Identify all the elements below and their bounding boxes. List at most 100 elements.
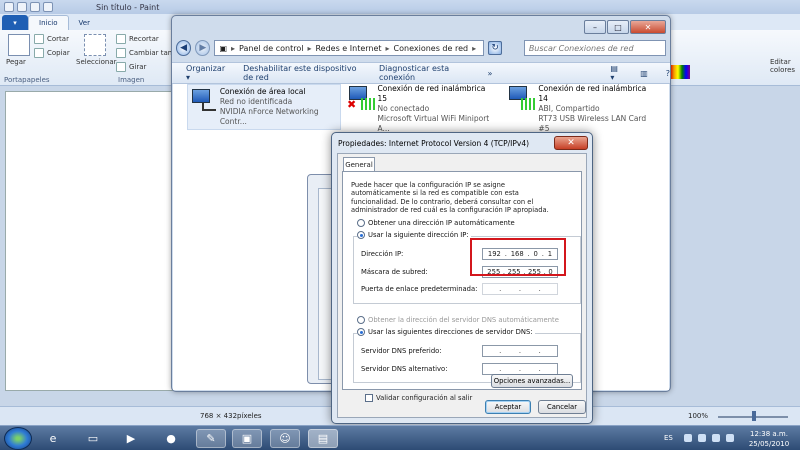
tab-ver[interactable]: Ver (69, 15, 100, 30)
radio-icon (357, 219, 365, 227)
description-text: Puede hacer que la configuración IP se a… (351, 181, 549, 215)
search-input[interactable]: Buscar Conexiones de red (523, 40, 666, 56)
flag-icon[interactable] (726, 434, 734, 442)
minimize-button[interactable]: – (584, 20, 606, 34)
ipv4-properties-dialog: Propiedades: Internet Protocol Version 4… (331, 132, 593, 424)
view-options-icon[interactable]: ▤ ▾ (610, 64, 622, 82)
gateway-label: Puerta de enlace predeterminada: (361, 285, 478, 293)
dns-manual-radio[interactable]: Usar las siguientes direcciones de servi… (357, 328, 535, 336)
users-taskbar-icon[interactable]: ☺ (270, 429, 300, 448)
paint-file-menu[interactable]: ▾ (2, 15, 28, 30)
connection-status: Red no identificada (219, 97, 293, 106)
back-icon[interactable]: ◀ (176, 40, 192, 56)
dns-auto-radio[interactable]: Obtener la dirección del servidor DNS au… (357, 316, 559, 324)
paste-button[interactable]: Pegar (6, 58, 26, 66)
clock[interactable]: 12:38 a.m. 25/05/2010 (744, 429, 794, 449)
radio-selected-icon (357, 231, 365, 239)
radio-selected-icon (357, 328, 365, 336)
volume-icon[interactable] (712, 434, 720, 442)
net-toolbar: Organizar ▾ Deshabilitar este dispositiv… (172, 62, 670, 84)
folder-icon: ▣ (219, 43, 228, 53)
list-item[interactable]: ✖ Conexión de red inalámbrica 15 No cone… (347, 84, 497, 134)
language-indicator[interactable]: ES (664, 434, 673, 442)
breadcrumb-network-connections[interactable]: Conexiones de red (394, 44, 469, 53)
paint-title: Sin título - Paint (96, 2, 160, 12)
cut-button[interactable]: Cortar (34, 34, 69, 44)
rotate-label: Girar (129, 63, 147, 71)
image-size: 768 × 432píxeles (200, 412, 262, 420)
organize-button[interactable]: Organizar ▾ (186, 64, 225, 82)
highlight-box (470, 238, 566, 276)
tab-general[interactable]: General (343, 157, 375, 171)
rotate-button[interactable]: Girar (116, 62, 146, 72)
dialog-titlebar: Propiedades: Internet Protocol Version 4… (332, 133, 592, 153)
color-palette[interactable] (670, 65, 690, 79)
dns-preferred-label: Servidor DNS preferido: (361, 347, 442, 355)
more-button[interactable]: » (488, 69, 493, 78)
dns-alternate-label: Servidor DNS alternativo: (361, 365, 448, 373)
advanced-options-button[interactable]: Opciones avanzadas... (491, 374, 573, 388)
refresh-icon[interactable]: ↻ (488, 41, 502, 55)
disable-device-button[interactable]: Deshabilitar este dispositivo de red (243, 64, 361, 82)
paint-titlebar: Sin título - Paint (0, 0, 800, 14)
address-row: ◀ ▶ ▣ ▸ Panel de control ▸ Redes e Inter… (172, 38, 670, 58)
connection-status: ABI, Compartido (538, 104, 600, 113)
help-icon[interactable]: ? (666, 69, 670, 78)
dialog-close-button[interactable]: ✕ (554, 136, 588, 150)
redo-icon[interactable] (43, 2, 53, 12)
ok-button[interactable]: Aceptar (485, 400, 531, 414)
breadcrumb-control-panel[interactable]: Panel de control (239, 44, 303, 53)
media-player-icon[interactable]: ▶ (116, 429, 146, 448)
copy-button[interactable]: Copiar (34, 48, 70, 58)
resize-button[interactable]: Cambiar tama (116, 48, 179, 58)
tab-inicio[interactable]: Inicio (28, 15, 69, 30)
preview-pane-icon[interactable]: ▥ (640, 69, 648, 78)
zoom-slider-thumb[interactable] (752, 411, 756, 421)
connection-name: Conexión de área local (219, 87, 306, 96)
firefox-icon[interactable]: ● (156, 429, 186, 448)
select-icon[interactable] (84, 34, 106, 56)
connection-device: RT73 USB Wireless LAN Card #5 (538, 114, 647, 133)
ip-manual-radio[interactable]: Usar la siguiente dirección IP: (357, 231, 471, 239)
start-button[interactable] (4, 427, 32, 450)
crop-label: Recortar (129, 35, 159, 43)
net-titlebar: – □ ✕ (172, 16, 670, 38)
ip-auto-radio[interactable]: Obtener una dirección IP automáticamente (357, 219, 515, 227)
breadcrumb-network-internet[interactable]: Redes e Internet (315, 44, 381, 53)
close-button[interactable]: ✕ (630, 20, 666, 34)
drawing-canvas[interactable] (5, 91, 175, 391)
taskbar: e ▭ ▶ ● ✎ ▣ ☺ ▤ ES 12:38 a.m. 25/05/2010 (0, 425, 800, 450)
resize-icon (116, 48, 126, 58)
window-taskbar-icon[interactable]: ▣ (232, 429, 262, 448)
diagnose-button[interactable]: Diagnosticar esta conexión (379, 64, 470, 82)
validate-checkbox[interactable]: Validar configuración al salir (365, 394, 472, 402)
breadcrumb-separator: ▸ (307, 43, 312, 53)
time: 12:38 a.m. (750, 430, 788, 438)
address-bar[interactable]: ▣ ▸ Panel de control ▸ Redes e Internet … (214, 40, 485, 56)
tray-expand-icon[interactable] (684, 434, 692, 442)
forward-icon[interactable]: ▶ (195, 40, 211, 56)
cancel-button[interactable]: Cancelar (538, 400, 586, 414)
select-button[interactable]: Seleccionar (76, 58, 117, 66)
paste-icon[interactable] (8, 34, 30, 56)
list-item[interactable]: Conexión de red inalámbrica 14 ABI, Comp… (507, 84, 657, 134)
network-tray-icon[interactable] (698, 434, 706, 442)
paint-taskbar-icon[interactable]: ✎ (196, 429, 226, 448)
undo-icon[interactable] (30, 2, 40, 12)
maximize-button[interactable]: □ (607, 20, 629, 34)
crop-button[interactable]: Recortar (116, 34, 159, 44)
gateway-input[interactable]: ... (482, 283, 558, 295)
date: 25/05/2010 (748, 440, 790, 448)
edit-colors-button[interactable]: Editar colores (770, 58, 798, 74)
paint-app-icon[interactable] (4, 2, 14, 12)
explorer-icon[interactable]: ▭ (78, 429, 108, 448)
dns-manual-label: Usar las siguientes direcciones de servi… (368, 328, 533, 336)
ie-icon[interactable]: e (38, 429, 68, 448)
save-icon[interactable] (17, 2, 27, 12)
connection-name: Conexión de red inalámbrica 14 (538, 84, 647, 103)
list-item[interactable]: Conexión de área local Red no identifica… (187, 84, 341, 130)
radio-icon (357, 316, 365, 324)
crop-icon (116, 34, 126, 44)
network-taskbar-icon[interactable]: ▤ (308, 429, 338, 448)
dns-preferred-input[interactable]: ... (482, 345, 558, 357)
